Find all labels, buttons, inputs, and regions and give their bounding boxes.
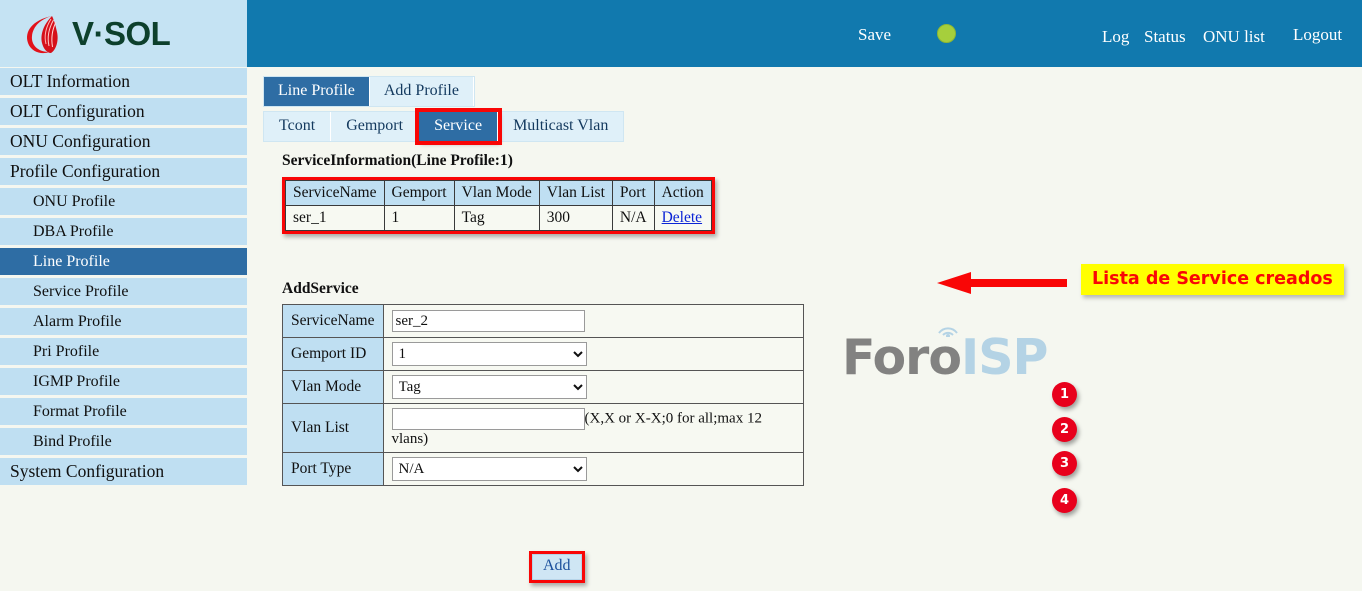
cell-service-name: ser_1 — [286, 206, 385, 231]
sidebar-item-igmp-profile[interactable]: IGMP Profile — [0, 368, 247, 395]
table-header-row: ServiceNameGemportVlan ModeVlan ListPort… — [286, 181, 712, 206]
cell-action: Delete — [654, 206, 711, 231]
logout-button[interactable]: Logout — [1293, 25, 1342, 45]
label-service-name: ServiceName — [283, 305, 384, 338]
secondary-tab-bar: TcontGemportServiceMulticast Vlan — [263, 111, 624, 142]
table-body: ser_11Tag300N/A Delete — [286, 206, 712, 231]
column-header: ServiceName — [286, 181, 385, 206]
callout-note: Lista de Service creados — [1081, 264, 1344, 295]
table-row: ser_11Tag300N/A Delete — [286, 206, 712, 231]
form-row-vlan-mode: Vlan Mode Tag — [283, 371, 804, 404]
sidebar-item-bind-profile[interactable]: Bind Profile — [0, 428, 247, 455]
add-button[interactable]: Add — [532, 554, 582, 580]
cell-gemport: 1 — [384, 206, 454, 231]
tab-multicast-vlan[interactable]: Multicast Vlan — [498, 112, 623, 141]
page-root: V·SOL OLT Information OLT Configuration ON… — [0, 0, 1362, 591]
add-service-title: AddService — [282, 280, 359, 298]
sidebar-item-onu-profile[interactable]: ONU Profile — [0, 188, 247, 215]
form-row-gemport-id: Gemport ID 1 — [283, 338, 804, 371]
label-port-type: Port Type — [283, 453, 384, 486]
brand-logo[interactable]: V·SOL — [0, 0, 247, 67]
left-arrow-icon — [937, 271, 1067, 295]
save-button[interactable]: Save — [858, 25, 891, 45]
vsol-flame-logo-icon — [22, 12, 64, 56]
step-badge-1: 1 — [1052, 382, 1077, 407]
sidebar-item-olt-configuration[interactable]: OLT Configuration — [0, 98, 247, 125]
sidebar-item-system-configuration[interactable]: System Configuration — [0, 458, 247, 485]
sidebar-item-olt-information[interactable]: OLT Information — [0, 68, 247, 95]
status-dot-icon — [937, 24, 956, 43]
tab-add-profile[interactable]: Add Profile — [370, 77, 474, 106]
header-link-status[interactable]: Status — [1144, 27, 1186, 47]
service-information-table-highlight: ServiceNameGemportVlan ModeVlan ListPort… — [282, 177, 715, 234]
tab-tcont[interactable]: Tcont — [264, 112, 331, 141]
watermark-text-foro: Foro — [842, 329, 961, 386]
header-link-onu-list[interactable]: ONU list — [1203, 27, 1265, 47]
form-row-vlan-list: Vlan List (X,X or X-X;0 for all;max 12 v… — [283, 404, 804, 453]
brand-name: V·SOL — [72, 15, 170, 53]
cell-vlan-list: 300 — [539, 206, 612, 231]
step-badge-2: 2 — [1052, 417, 1077, 442]
column-header: Gemport — [384, 181, 454, 206]
sidebar-menu: OLT Information OLT Configuration ONU Conf… — [0, 67, 247, 485]
foroisp-watermark: ForoISP — [842, 329, 1047, 386]
service-name-input[interactable] — [392, 310, 585, 332]
sidebar-item-pri-profile[interactable]: Pri Profile — [0, 338, 247, 365]
column-header: Port — [612, 181, 654, 206]
sidebar-item-dba-profile[interactable]: DBA Profile — [0, 218, 247, 245]
top-header: Save Log Status ONU list Logout — [247, 0, 1362, 67]
service-information-table: ServiceNameGemportVlan ModeVlan ListPort… — [285, 180, 712, 231]
form-row-service-name: ServiceName — [283, 305, 804, 338]
sidebar-item-service-profile[interactable]: Service Profile — [0, 278, 247, 305]
column-header: Vlan List — [539, 181, 612, 206]
step-badge-4: 4 — [1052, 488, 1077, 513]
primary-tab-bar: Line ProfileAdd Profile — [263, 76, 475, 107]
add-service-form: ServiceName Gemport ID 1 Vlan Mode Tag — [282, 304, 804, 486]
sidebar-item-profile-configuration[interactable]: Profile Configuration — [0, 158, 247, 185]
label-vlan-mode: Vlan Mode — [283, 371, 384, 404]
label-gemport-id: Gemport ID — [283, 338, 384, 371]
tab-service[interactable]: Service — [419, 112, 498, 141]
sidebar-item-alarm-profile[interactable]: Alarm Profile — [0, 308, 247, 335]
header-link-log[interactable]: Log — [1102, 27, 1129, 47]
column-header: Action — [654, 181, 711, 206]
cell-port: N/A — [612, 206, 654, 231]
service-information-title: ServiceInformation(Line Profile:1) — [282, 152, 513, 170]
add-button-highlight: Add — [529, 551, 585, 583]
sidebar: V·SOL OLT Information OLT Configuration ON… — [0, 0, 247, 591]
cell-vlan-mode: Tag — [454, 206, 539, 231]
label-vlan-list: Vlan List — [283, 404, 384, 453]
column-header: Vlan Mode — [454, 181, 539, 206]
sidebar-item-line-profile[interactable]: Line Profile — [0, 248, 247, 275]
vlan-list-input[interactable] — [392, 408, 585, 430]
wifi-antenna-icon — [937, 321, 959, 337]
sidebar-item-format-profile[interactable]: Format Profile — [0, 398, 247, 425]
form-row-port-type: Port Type N/A — [283, 453, 804, 486]
gemport-id-select[interactable]: 1 — [392, 342, 587, 366]
vlan-mode-select[interactable]: Tag — [392, 375, 587, 399]
tab-gemport[interactable]: Gemport — [331, 112, 419, 141]
sidebar-item-onu-configuration[interactable]: ONU Configuration — [0, 128, 247, 155]
delete-link[interactable]: Delete — [662, 209, 702, 226]
main-content: Line ProfileAdd Profile TcontGemportServ… — [247, 67, 1362, 591]
port-type-select[interactable]: N/A — [392, 457, 587, 481]
watermark-text-isp: ISP — [961, 329, 1047, 386]
step-badge-3: 3 — [1052, 451, 1077, 476]
tab-line-profile[interactable]: Line Profile — [264, 77, 370, 106]
